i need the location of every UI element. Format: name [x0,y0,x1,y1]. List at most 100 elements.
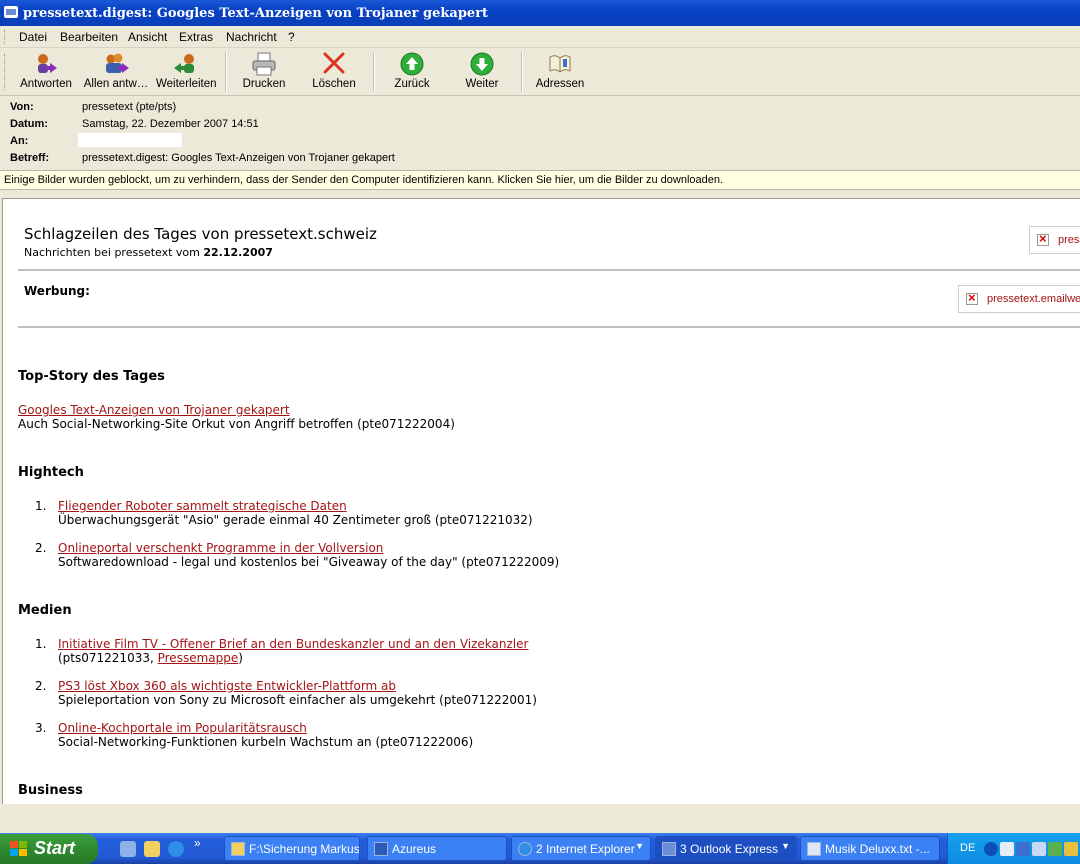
newsletter-title: Schlagzeilen des Tages von pressetext.sc… [24,225,377,243]
quicklaunch-folder-icon[interactable] [144,841,160,857]
forward-button[interactable]: Weiterleiten [156,52,217,94]
delete-x-icon [323,52,345,74]
broken-image-icon [1037,231,1049,246]
section-heading-medien: Medien [18,603,72,618]
newsletter-subtitle: Nachrichten bei pressetext vom 22.12.200… [24,246,273,259]
menu-datei[interactable]: Datei [19,30,47,44]
broken-image-icon [966,290,978,305]
article-summary: (pts071221033, Pressemappe) [58,651,243,665]
toolbar-grip[interactable] [4,54,7,90]
window-title-bar[interactable]: pressetext.digest: Googles Text-Anzeigen… [0,0,1080,26]
blocked-image-logo[interactable]: pressetext [1029,226,1080,254]
next-button[interactable]: Weiter [459,52,505,94]
toolbar-separator [225,52,227,92]
article-summary: Auch Social-Networking-Site Orkut von An… [18,417,455,431]
section-heading-top-story: Top-Story des Tages [18,369,165,384]
menu-ansicht[interactable]: Ansicht [128,30,167,44]
divider [18,269,1080,271]
window-title: pressetext.digest: Googles Text-Anzeigen… [23,6,489,21]
article-link[interactable]: PS3 löst Xbox 360 als wichtigste Entwick… [58,679,396,693]
outlook-express-icon [662,842,676,856]
from-value: pressetext (pte/pts) [82,101,177,113]
menu-bearbeiten[interactable]: Bearbeiten [60,30,118,44]
ie-icon [518,842,532,856]
quicklaunch-more-chevron-icon[interactable]: » [194,836,201,850]
reply-icon [38,54,57,73]
language-indicator[interactable]: DE [960,842,975,854]
article-link[interactable]: Fliegender Roboter sammelt strategische … [58,499,347,513]
addresses-button[interactable]: Adressen [534,52,586,94]
article-summary: Social-Networking-Funktionen kurbeln Wac… [58,735,474,749]
quicklaunch-ie-icon[interactable] [168,841,184,857]
reply-all-icon [106,53,129,73]
chevron-down-icon: ▼ [635,841,644,851]
from-label: Von: [10,101,34,113]
reply-button[interactable]: Antworten [18,52,74,94]
system-tray: DE [947,833,1080,864]
toolbar: Antworten Allen antw… Weiterleiten Druck… [0,48,1080,96]
tray-app-icon[interactable] [1000,842,1014,856]
menu-extras[interactable]: Extras [179,30,213,44]
tray-app-icon[interactable] [1064,842,1078,856]
newsletter-date: 22.12.2007 [203,246,273,259]
section-heading-business: Business [18,783,83,798]
notepad-icon [807,842,821,856]
tray-expand-icon[interactable] [984,842,998,856]
menubar-grip[interactable] [4,30,7,44]
menu-help[interactable]: ? [288,30,295,44]
divider [18,326,1080,328]
article-link[interactable]: Initiative Film TV - Offener Brief an de… [58,637,528,651]
chevron-down-icon: ▼ [781,841,790,851]
toolbar-separator [521,52,523,92]
up-arrow-icon [400,52,424,76]
blocked-images-infobar[interactable]: Einige Bilder wurden geblockt, um zu ver… [0,170,1080,190]
outlook-express-icon [4,6,18,18]
list-number: 1. [35,499,47,513]
address-book-icon [549,55,571,73]
task-internet-explorer-group[interactable]: 2 Internet Explorer ▼ [511,836,651,861]
taskbar: Start » F:\Sicherung Markus Azureus 2 In… [0,833,1080,864]
article-link[interactable]: Onlineportal verschenkt Programme in der… [58,541,383,555]
list-number: 3. [35,721,47,735]
back-button[interactable]: Zurück [389,52,435,94]
subject-label: Betreff: [10,152,50,164]
article-link[interactable]: Googles Text-Anzeigen von Trojaner gekap… [18,403,290,417]
to-label: An: [10,135,29,147]
quicklaunch-desktop-icon[interactable] [120,841,136,857]
blocked-image-ad[interactable]: pressetext.emailwerbung [958,285,1080,313]
menu-nachricht[interactable]: Nachricht [226,30,277,44]
article-summary: Spieleportation von Sony zu Microsoft ei… [58,693,537,707]
tray-network-icon[interactable] [1032,842,1046,856]
reply-all-button[interactable]: Allen antw… [82,52,150,94]
message-body[interactable]: Schlagzeilen des Tages von pressetext.sc… [2,198,1080,804]
article-link[interactable]: Online-Kochportale im Popularitätsrausch [58,721,307,735]
list-number: 2. [35,679,47,693]
task-explorer-folder[interactable]: F:\Sicherung Markus [224,836,360,861]
tray-app-icon[interactable] [1048,842,1062,856]
forward-icon [174,54,194,73]
to-value-redacted [78,133,182,147]
printer-icon [252,52,276,76]
task-outlook-express-group[interactable]: 3 Outlook Express ▼ [655,836,797,861]
delete-button[interactable]: Löschen [310,52,358,94]
folder-icon [231,842,245,856]
task-azureus[interactable]: Azureus [367,836,507,861]
section-heading-hightech: Hightech [18,465,84,480]
message-header: Von: pressetext (pte/pts) Datum: Samstag… [0,96,1080,170]
werbung-label: Werbung: [24,284,90,298]
tray-app-icon[interactable] [1016,842,1030,856]
date-value: Samstag, 22. Dezember 2007 14:51 [82,118,259,130]
print-button[interactable]: Drucken [240,52,288,94]
article-summary: Softwaredownload - legal und kostenlos b… [58,555,560,569]
list-number: 2. [35,541,47,555]
pressemappe-link[interactable]: Pressemappe [158,651,239,665]
menu-bar: Datei Bearbeiten Ansicht Extras Nachrich… [0,26,1080,48]
start-button[interactable]: Start [0,834,98,864]
date-label: Datum: [10,118,48,130]
down-arrow-icon [470,52,494,76]
subject-value: pressetext.digest: Googles Text-Anzeigen… [82,152,395,164]
article-summary: Überwachungsgerät "Asio" gerade einmal 4… [58,513,533,527]
azureus-frog-icon [374,842,388,856]
task-notepad[interactable]: Musik Deluxx.txt -... [800,836,940,861]
windows-flag-icon [10,841,28,857]
